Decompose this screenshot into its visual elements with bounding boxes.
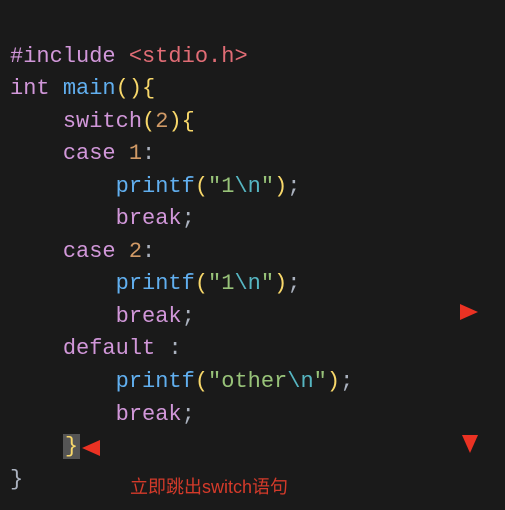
- case-value: 2: [129, 239, 142, 264]
- escape-seq: \n: [234, 271, 260, 296]
- colon: :: [142, 141, 155, 166]
- break-keyword: break: [116, 402, 182, 427]
- string-literal: 1: [221, 271, 234, 296]
- switch-keyword: switch: [63, 109, 142, 134]
- case-value: 1: [129, 141, 142, 166]
- include-path: <stdio.h>: [129, 44, 248, 69]
- brace-open: {: [142, 76, 155, 101]
- break-keyword: break: [116, 206, 182, 231]
- case-keyword: case: [63, 239, 116, 264]
- paren-open: (: [142, 109, 155, 134]
- string-literal: other: [221, 369, 287, 394]
- break-keyword: break: [116, 304, 182, 329]
- brace-close-highlighted: }: [63, 434, 80, 459]
- printf-call: printf: [116, 174, 195, 199]
- preproc-directive: #include: [10, 44, 116, 69]
- type-keyword: int: [10, 76, 50, 101]
- printf-call: printf: [116, 271, 195, 296]
- parens: (): [116, 76, 142, 101]
- brace-close: }: [10, 467, 23, 492]
- case-keyword: case: [63, 141, 116, 166]
- default-keyword: default: [63, 336, 155, 361]
- escape-seq: \n: [287, 369, 313, 394]
- switch-value: 2: [155, 109, 168, 134]
- printf-call: printf: [116, 369, 195, 394]
- paren-close: ): [168, 109, 181, 134]
- string-literal: 1: [221, 174, 234, 199]
- func-name: main: [63, 76, 116, 101]
- escape-seq: \n: [234, 174, 260, 199]
- brace-open: {: [182, 109, 195, 134]
- code-block: #include <stdio.h> int main(){ switch(2)…: [0, 0, 505, 504]
- annotation-text: 立即跳出switch语句: [130, 473, 288, 499]
